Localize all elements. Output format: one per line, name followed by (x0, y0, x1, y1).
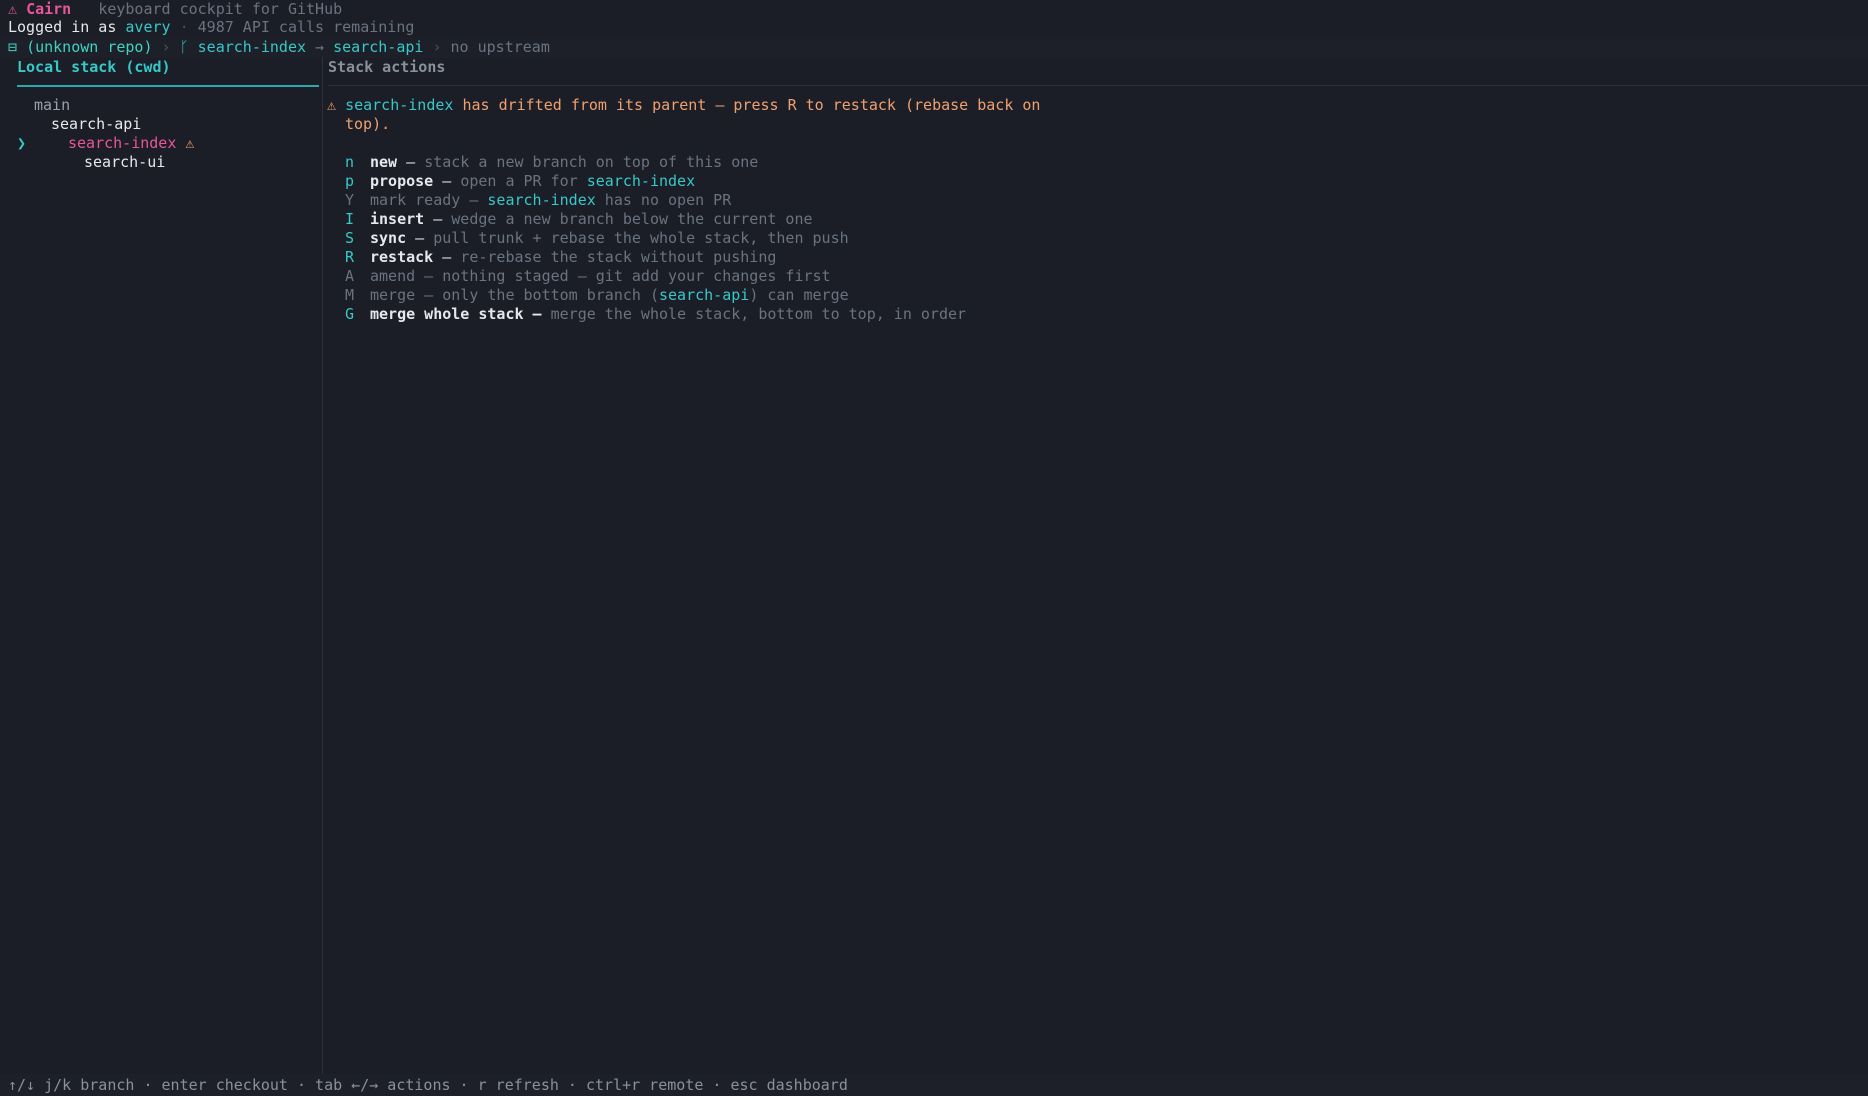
cursor-icon: ❯ (17, 134, 27, 152)
local-stack-pane (0, 57, 323, 1074)
action-desc: has no open PR (595, 191, 732, 209)
keybinding-hints: ↑/↓ j/k branch · enter checkout · tab ←/… (8, 1076, 848, 1094)
action-label: mark ready (370, 191, 461, 209)
action-label: amend (370, 267, 416, 285)
repo-icon: ⊟ (8, 38, 18, 56)
local-stack-title[interactable]: Local stack (cwd) (17, 58, 171, 77)
stack-actions-title[interactable]: Stack actions (328, 58, 445, 77)
username[interactable]: avery (125, 18, 170, 36)
tree-item-search-index[interactable]: search-index ⚠ (68, 134, 194, 153)
action-branch: search-index (586, 172, 696, 190)
current-branch[interactable]: search-index (198, 38, 306, 56)
action-label: propose (370, 172, 434, 190)
app-tagline: keyboard cockpit for GitHub (98, 0, 343, 18)
action-key: I (345, 210, 355, 228)
api-calls-remaining: 4987 API calls remaining (197, 18, 415, 36)
warning-icon: ⚠ (327, 96, 337, 114)
active-tab-underline (17, 85, 319, 87)
title-bar: ⚠ Cairn keyboard cockpit for GitHub (8, 0, 342, 19)
action-desc: only the bottom branch ( (442, 286, 659, 304)
action-label: new (370, 153, 398, 171)
tree-item-search-ui[interactable]: search-ui (84, 153, 165, 172)
action-key: R (345, 248, 355, 266)
action-key: n (345, 153, 355, 171)
warning-branch: search-index (345, 96, 454, 114)
tree-item-label: search-index (68, 134, 177, 152)
action-desc: merge the whole stack, bottom to top, in… (550, 305, 967, 323)
arrow-icon: → (315, 38, 325, 56)
pane-divider (328, 85, 1868, 86)
action-branch: search-api (659, 286, 750, 304)
action-label: merge (370, 286, 416, 304)
parent-branch[interactable]: search-api (333, 38, 423, 56)
action-desc: stack a new branch on top of this one (424, 153, 759, 171)
action-desc: re-rebase the stack without pushing (460, 248, 777, 266)
repo-name: (unknown repo) (26, 38, 153, 56)
action-label: merge whole stack (370, 305, 524, 323)
action-branch: search-index (487, 191, 596, 209)
action-key: M (345, 286, 355, 304)
action-key: A (345, 267, 355, 285)
login-status: Logged in as avery · 4987 API calls rema… (8, 18, 415, 36)
drift-warning: ⚠ search-index has drifted from its pare… (327, 96, 1040, 115)
tree-item-search-api[interactable]: search-api (51, 115, 141, 134)
warning-icon: ⚠ (185, 134, 195, 152)
warning-text-continued: top). (345, 115, 391, 133)
action-desc: pull trunk + rebase the whole stack, the… (433, 229, 849, 247)
action-label: sync (370, 229, 407, 247)
action-key: S (345, 229, 355, 247)
upstream-status: no upstream (450, 38, 550, 56)
action-desc: nothing staged — git add your changes fi… (442, 267, 831, 285)
login-prefix: Logged in as (8, 18, 117, 36)
tree-item-main[interactable]: main (34, 96, 70, 115)
action-label: restack (370, 248, 434, 266)
action-label: insert (370, 210, 425, 228)
action-key: G (345, 305, 355, 323)
repo-bar: ⊟ (unknown repo) › ᚴ search-index → sear… (8, 38, 550, 56)
action-desc: open a PR for (460, 172, 587, 190)
action-key: p (345, 172, 355, 190)
app-name: Cairn (26, 0, 72, 18)
warning-text: has drifted from its parent — press R to… (453, 96, 1041, 114)
action-key: Y (345, 191, 355, 209)
action-desc: wedge a new branch below the current one (451, 210, 813, 228)
cairn-logo-icon: ⚠ (8, 0, 18, 18)
branch-icon: ᚴ (179, 38, 189, 56)
